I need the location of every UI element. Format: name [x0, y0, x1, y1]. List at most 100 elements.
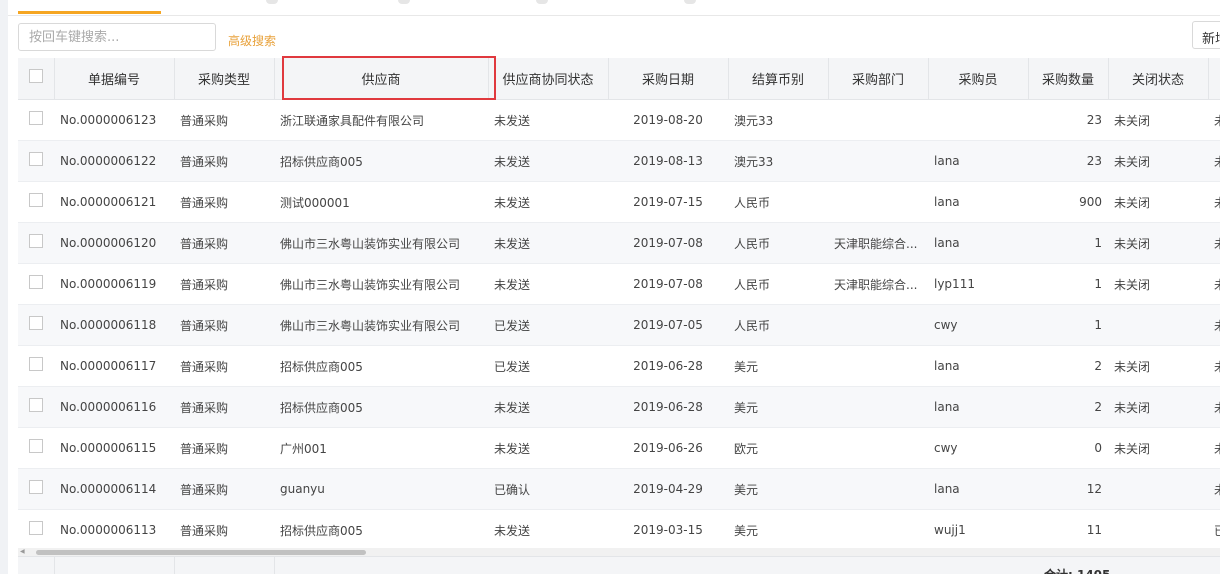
row-checkbox[interactable]	[18, 99, 54, 141]
order-number-cell: No.0000006114	[54, 468, 174, 510]
total-quantity: 合计: 1405	[1044, 566, 1110, 574]
scroll-left-icon[interactable]: ◀	[20, 549, 25, 555]
footer-divider	[54, 557, 55, 574]
department-cell	[828, 140, 928, 182]
buyer-cell: lyp111	[928, 263, 1028, 305]
currency-cell: 澳元33	[728, 99, 828, 141]
close-status-cell: 未关闭	[1108, 222, 1208, 264]
table-row[interactable]: No.0000006113 普通采购 招标供应商005 未发送 2019-03-15 美元…	[18, 509, 1220, 551]
quantity-cell: 11	[1028, 509, 1108, 551]
purchase-date-cell: 2019-06-26	[608, 427, 728, 469]
supplier-cell: 佛山市三水粤山装饰实业有限公司	[274, 222, 488, 264]
supplier-cell: 招标供应商005	[274, 345, 488, 387]
table-row[interactable]: No.0000006114 普通采购 guanyu 已确认 2019-04-29 美元 la…	[18, 468, 1220, 510]
department-cell	[828, 181, 928, 223]
order-number-cell: No.0000006118	[54, 304, 174, 346]
row-checkbox[interactable]	[18, 509, 54, 551]
row-checkbox[interactable]	[18, 427, 54, 469]
table-row[interactable]: No.0000006116 普通采购 招标供应商005 未发送 2019-06-28 美元…	[18, 386, 1220, 428]
column-header[interactable]: 关闭状态	[1108, 58, 1209, 100]
close-status-cell	[1108, 509, 1208, 551]
buyer-cell: wujj1	[928, 509, 1028, 551]
extra-cell: 已	[1208, 509, 1220, 551]
currency-cell: 人民币	[728, 263, 828, 305]
collab-status-cell: 未发送	[488, 386, 608, 428]
row-checkbox[interactable]	[18, 468, 54, 510]
tab-edge	[536, 0, 548, 4]
close-status-cell: 未关闭	[1108, 140, 1208, 182]
table-row[interactable]: No.0000006121 普通采购 测试000001 未发送 2019-07-15 人民…	[18, 181, 1220, 223]
supplier-cell: 招标供应商005	[274, 509, 488, 551]
table-row[interactable]: No.0000006122 普通采购 招标供应商005 未发送 2019-08-13 澳元…	[18, 140, 1220, 182]
new-button[interactable]: 新增	[1192, 21, 1220, 49]
column-header[interactable]: 采购数量	[1028, 58, 1109, 100]
extra-cell: 未	[1208, 99, 1220, 141]
collab-status-cell: 已确认	[488, 468, 608, 510]
row-checkbox[interactable]	[18, 345, 54, 387]
extra-cell: 未	[1208, 140, 1220, 182]
collab-status-cell: 已发送	[488, 345, 608, 387]
row-checkbox[interactable]	[18, 386, 54, 428]
purchase-type-cell: 普通采购	[174, 427, 274, 469]
horizontal-scrollbar[interactable]: ◀	[18, 548, 1220, 556]
table-row[interactable]: No.0000006115 普通采购 广州001 未发送 2019-06-26 欧元 cwy…	[18, 427, 1220, 469]
table-row[interactable]: No.0000006117 普通采购 招标供应商005 已发送 2019-06-28 美元…	[18, 345, 1220, 387]
table-header-row: 单据编号 采购类型 供应商 供应商协同状态 采购日期 结算币别 采购部门 采购员…	[18, 58, 1220, 100]
buyer-cell: lana	[928, 386, 1028, 428]
purchase-date-cell: 2019-07-05	[608, 304, 728, 346]
close-status-cell: 未关闭	[1108, 345, 1208, 387]
quantity-cell: 2	[1028, 345, 1108, 387]
tab-bar	[8, 0, 1220, 16]
column-header[interactable]	[1208, 58, 1220, 100]
search-input[interactable]	[18, 23, 216, 51]
column-header[interactable]: 采购类型	[174, 58, 275, 100]
table-footer	[18, 556, 1220, 574]
select-all-checkbox[interactable]	[18, 58, 55, 100]
table-row[interactable]: No.0000006119 普通采购 佛山市三水粤山装饰实业有限公司 未发送 2019-…	[18, 263, 1220, 305]
column-header[interactable]: 采购部门	[828, 58, 929, 100]
quantity-cell: 1	[1028, 222, 1108, 264]
buyer-cell: lana	[928, 181, 1028, 223]
supplier-cell: 招标供应商005	[274, 386, 488, 428]
extra-cell: 未	[1208, 181, 1220, 223]
buyer-cell: lana	[928, 345, 1028, 387]
row-checkbox[interactable]	[18, 263, 54, 305]
row-checkbox[interactable]	[18, 181, 54, 223]
collab-status-cell: 未发送	[488, 509, 608, 551]
close-status-cell	[1108, 304, 1208, 346]
column-header[interactable]: 采购员	[928, 58, 1029, 100]
column-header[interactable]: 单据编号	[54, 58, 175, 100]
quantity-cell: 1	[1028, 304, 1108, 346]
row-checkbox[interactable]	[18, 222, 54, 264]
currency-cell: 澳元33	[728, 140, 828, 182]
row-checkbox[interactable]	[18, 304, 54, 346]
footer-divider	[174, 557, 175, 574]
collab-status-cell: 已发送	[488, 304, 608, 346]
purchase-type-cell: 普通采购	[174, 263, 274, 305]
table-row[interactable]: No.0000006120 普通采购 佛山市三水粤山装饰实业有限公司 未发送 2019-…	[18, 222, 1220, 264]
department-cell	[828, 427, 928, 469]
column-header[interactable]: 供应商协同状态	[488, 58, 609, 100]
column-header[interactable]: 结算币别	[728, 58, 829, 100]
table-row[interactable]: No.0000006118 普通采购 佛山市三水粤山装饰实业有限公司 已发送 2019-…	[18, 304, 1220, 346]
tab-edge	[266, 0, 278, 4]
purchase-type-cell: 普通采购	[174, 99, 274, 141]
currency-cell: 美元	[728, 468, 828, 510]
purchase-date-cell: 2019-07-08	[608, 263, 728, 305]
purchase-date-cell: 2019-04-29	[608, 468, 728, 510]
quantity-cell: 1	[1028, 263, 1108, 305]
table-row[interactable]: No.0000006123 普通采购 浙江联通家具配件有限公司 未发送 2019-08-…	[18, 99, 1220, 141]
department-cell	[828, 509, 928, 551]
advanced-search-link[interactable]: 高级搜索	[228, 32, 276, 49]
scrollbar-thumb[interactable]	[36, 550, 366, 555]
column-header[interactable]: 供应商	[274, 58, 489, 100]
row-checkbox[interactable]	[18, 140, 54, 182]
extra-cell: 未	[1208, 345, 1220, 387]
collab-status-cell: 未发送	[488, 263, 608, 305]
department-cell	[828, 345, 928, 387]
quantity-cell: 900	[1028, 181, 1108, 223]
column-header[interactable]: 采购日期	[608, 58, 729, 100]
buyer-cell: cwy	[928, 427, 1028, 469]
close-status-cell	[1108, 468, 1208, 510]
close-status-cell: 未关闭	[1108, 263, 1208, 305]
